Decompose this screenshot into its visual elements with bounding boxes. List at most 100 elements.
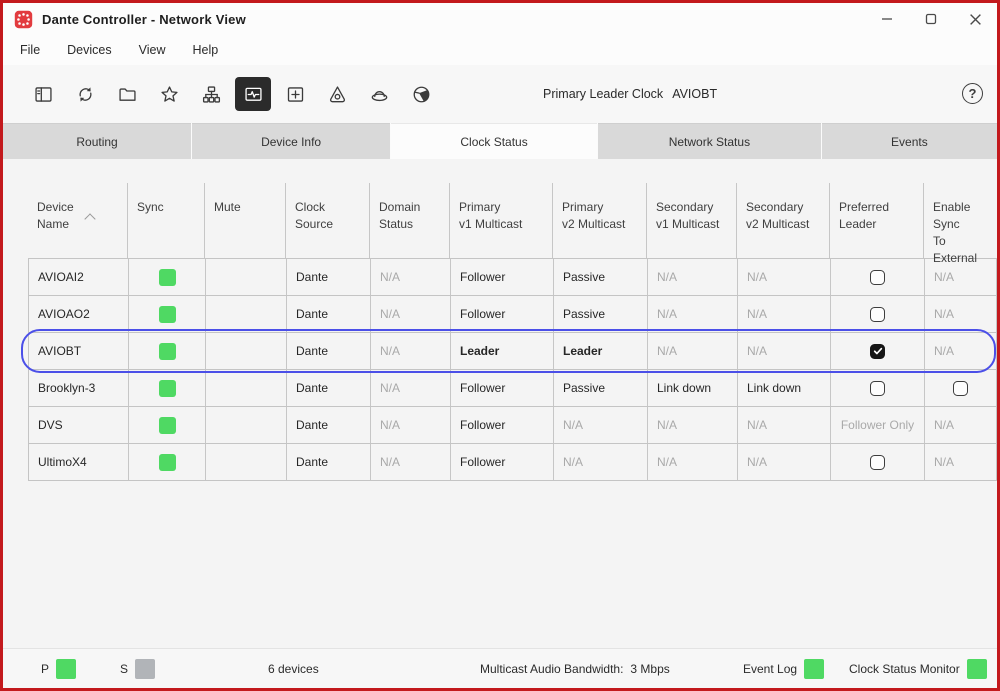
cell-sync <box>129 370 206 406</box>
web-icon[interactable] <box>403 77 439 111</box>
secondary-network-label: S <box>120 662 129 676</box>
cell-enable-sync-to-external[interactable] <box>925 370 996 406</box>
cell-sync <box>129 296 206 332</box>
add-device-icon[interactable] <box>277 77 313 111</box>
col-header-primary-v1-multicast[interactable]: Primary v1 Multicast <box>450 183 553 258</box>
cell-preferred-leader[interactable] <box>831 259 925 295</box>
preferred-leader-checkbox[interactable] <box>870 269 885 285</box>
window-title: Dante Controller - Network View <box>42 11 246 27</box>
table-row-aviobt[interactable]: AVIOBT Dante N/A Leader Leader N/A N/A N/A <box>29 333 996 370</box>
cell-clock-source: Dante <box>287 259 371 295</box>
preferred-leader-checkbox[interactable] <box>870 306 885 322</box>
event-log-indicator <box>804 659 825 679</box>
primary-network-indicator <box>56 659 77 679</box>
col-header-clock-source[interactable]: Clock Source <box>286 183 370 258</box>
sync-ok-indicator <box>158 305 176 323</box>
tab-clock-status[interactable]: Clock Status <box>391 123 598 159</box>
menu-view[interactable]: View <box>139 43 166 57</box>
table-row-ultimox4[interactable]: UltimoX4 Dante N/A Follower N/A N/A N/A N/A <box>29 444 996 481</box>
dante-logo-icon <box>14 10 33 29</box>
cell-sync <box>129 407 206 443</box>
menu-file[interactable]: File <box>20 43 40 57</box>
multicast-bandwidth-value: 3 Mbps <box>630 662 670 676</box>
star-icon[interactable] <box>151 77 187 111</box>
cell-secondary-v1-multicast: Link down <box>648 370 738 406</box>
main-content: Device Name Sync Mute Clock Source Domain Statu… <box>3 159 997 648</box>
tab-device-info[interactable]: Device Info <box>192 123 391 159</box>
table-row-dvs[interactable]: DVS Dante N/A Follower N/A N/A N/A Follower Onl… <box>29 407 996 444</box>
clock-status-icon[interactable] <box>235 77 271 111</box>
cell-secondary-v2-multicast: N/A <box>738 296 831 332</box>
primary-leader-clock: Primary Leader Clock AVIOBT <box>543 65 717 123</box>
cell-primary-v2-multicast: N/A <box>554 444 648 480</box>
col-header-enable-sync-to-external[interactable]: Enable Sync To External <box>924 183 995 265</box>
cell-preferred-leader[interactable] <box>831 333 925 369</box>
table-body: AVIOAI2 Dante N/A Follower Passive N/A N/A N/A A… <box>28 258 997 481</box>
preferred-leader-checkbox[interactable] <box>870 454 885 470</box>
col-header-sync[interactable]: Sync <box>128 183 205 258</box>
col-header-mute[interactable]: Mute <box>205 183 286 258</box>
status-bar: P S 6 devices Multicast Audio Bandwidth:… <box>3 648 997 688</box>
cell-sync <box>129 259 206 295</box>
col-header-preferred-leader[interactable]: Preferred Leader <box>830 183 924 258</box>
sync-ok-indicator <box>158 342 176 360</box>
cell-mute <box>206 407 287 443</box>
cell-clock-source: Dante <box>287 370 371 406</box>
cell-primary-v1-multicast: Follower <box>451 407 554 443</box>
aes67-icon[interactable] <box>319 77 355 111</box>
preferred-leader-checkbox[interactable] <box>870 380 885 396</box>
cell-domain-status: N/A <box>371 407 451 443</box>
col-header-primary-v2-multicast[interactable]: Primary v2 Multicast <box>553 183 647 258</box>
cell-mute <box>206 296 287 332</box>
close-icon[interactable] <box>953 3 997 35</box>
cell-preferred-leader[interactable] <box>831 296 925 332</box>
refresh-icon[interactable] <box>67 77 103 111</box>
help-icon[interactable]: ? <box>962 83 983 104</box>
cell-domain-status: N/A <box>371 259 451 295</box>
sync-ok-indicator <box>158 453 176 471</box>
cell-clock-source: Dante <box>287 296 371 332</box>
primary-leader-clock-value: AVIOBT <box>672 87 718 101</box>
cell-preferred-leader[interactable] <box>831 370 925 406</box>
secondary-network-status: S <box>120 649 156 688</box>
enable-sync-to-external-checkbox[interactable] <box>953 380 968 396</box>
tab-routing[interactable]: Routing <box>3 123 192 159</box>
menu-help[interactable]: Help <box>193 43 219 57</box>
cell-domain-status: N/A <box>371 333 451 369</box>
clock-status-monitor-indicator <box>966 659 987 679</box>
maximize-icon[interactable] <box>909 3 953 35</box>
domains-icon[interactable] <box>361 77 397 111</box>
cell-enable-sync-to-external: N/A <box>934 307 955 321</box>
folder-icon[interactable] <box>109 77 145 111</box>
cell-primary-v1-multicast: Follower <box>451 444 554 480</box>
cell-primary-v2-multicast: Passive <box>554 259 648 295</box>
cell-device-name: AVIOAO2 <box>29 296 129 332</box>
col-header-domain-status[interactable]: Domain Status <box>370 183 450 258</box>
col-header-secondary-v1-multicast[interactable]: Secondary v1 Multicast <box>647 183 737 258</box>
col-header-secondary-v2-multicast[interactable]: Secondary v2 Multicast <box>737 183 830 258</box>
table-header: Device Name Sync Mute Clock Source Domain Statu… <box>28 183 997 265</box>
panel-toggle-icon[interactable] <box>25 77 61 111</box>
tab-network-status[interactable]: Network Status <box>598 123 821 159</box>
table-row-avioai2[interactable]: AVIOAI2 Dante N/A Follower Passive N/A N/A N/A <box>29 259 996 296</box>
toolbar-buttons <box>25 77 439 111</box>
cell-sync <box>129 444 206 480</box>
device-count: 6 devices <box>268 662 319 676</box>
menu-bar: File Devices View Help <box>3 35 997 65</box>
event-log-status[interactable]: Event Log <box>743 649 825 688</box>
table-row-brooklyn-3[interactable]: Brooklyn-3 Dante N/A Follower Passive Link do… <box>29 370 996 407</box>
tab-events[interactable]: Events <box>821 123 997 159</box>
menu-devices[interactable]: Devices <box>67 43 111 57</box>
minimize-icon[interactable] <box>865 3 909 35</box>
preferred-leader-checkbox[interactable] <box>870 343 885 359</box>
cell-preferred-leader: Follower Only <box>831 407 925 443</box>
device-tree-icon[interactable] <box>193 77 229 111</box>
table-row-avioao2[interactable]: AVIOAO2 Dante N/A Follower Passive N/A N/A N/A <box>29 296 996 333</box>
col-header-device-name[interactable]: Device Name <box>28 183 128 258</box>
cell-preferred-leader[interactable] <box>831 444 925 480</box>
cell-mute <box>206 259 287 295</box>
cell-clock-source: Dante <box>287 444 371 480</box>
clock-status-monitor[interactable]: Clock Status Monitor <box>849 649 987 688</box>
cell-secondary-v2-multicast: N/A <box>738 333 831 369</box>
cell-secondary-v2-multicast: N/A <box>738 259 831 295</box>
